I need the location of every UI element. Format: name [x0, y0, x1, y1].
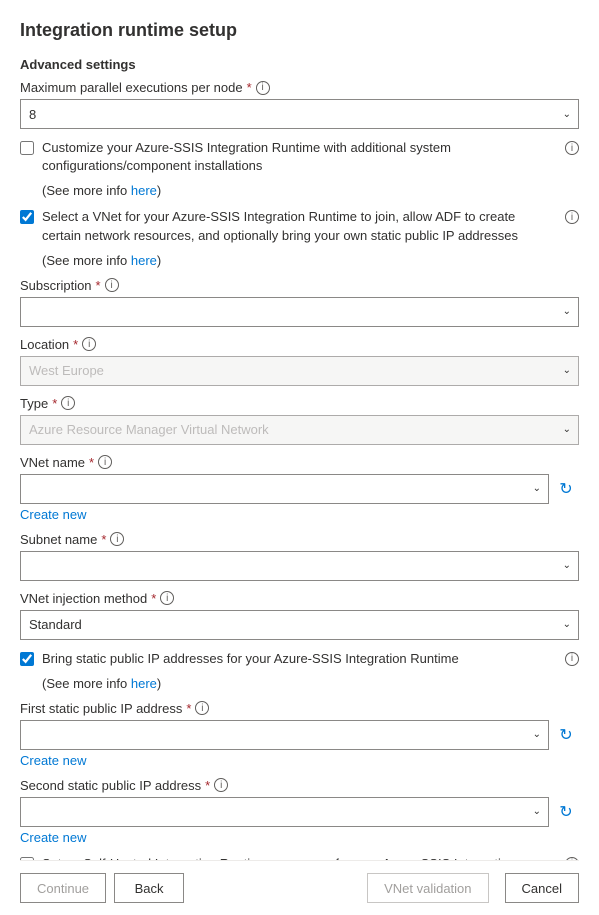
vnet-checkbox[interactable]	[20, 210, 34, 224]
vnet-validation-button: VNet validation	[367, 873, 488, 903]
location-required-star: *	[73, 337, 78, 352]
first-static-ip-refresh-button[interactable]: ↻	[553, 720, 579, 750]
continue-button[interactable]: Continue	[20, 873, 106, 903]
back-button[interactable]: Back	[114, 873, 184, 903]
first-static-ip-select-with-refresh: ⌄ ↻	[20, 720, 579, 750]
vnet-injection-field: VNet injection method * i Standard Expre…	[20, 591, 579, 640]
static-ip-here-link[interactable]: here	[131, 676, 157, 691]
first-static-ip-select[interactable]	[20, 720, 549, 750]
required-star: *	[247, 80, 252, 95]
location-info-icon[interactable]: i	[82, 337, 96, 351]
vnet-name-select-with-refresh: ⌄ ↻	[20, 474, 579, 504]
vnet-name-info-icon[interactable]: i	[98, 455, 112, 469]
type-field: Type * i Azure Resource Manager Virtual …	[20, 396, 579, 445]
type-label: Type * i	[20, 396, 579, 411]
page-title: Integration runtime setup	[20, 20, 579, 41]
subnet-name-required-star: *	[101, 532, 106, 547]
vnet-name-create-new-link[interactable]: Create new	[20, 507, 86, 522]
customize-info-icon[interactable]: i	[565, 141, 579, 155]
first-static-ip-required-star: *	[186, 701, 191, 716]
static-ip-see-more: (See more info here)	[42, 676, 579, 691]
max-parallel-label: Maximum parallel executions per node * i	[20, 80, 579, 95]
subscription-field: Subscription * i ⌄	[20, 278, 579, 327]
max-parallel-select[interactable]: 8 1 2 4 16	[20, 99, 579, 129]
subnet-name-info-icon[interactable]: i	[110, 532, 124, 546]
vnet-name-field: VNet name * i ⌄ ↻ Create new	[20, 455, 579, 522]
vnet-label: Select a VNet for your Azure-SSIS Integr…	[42, 208, 557, 244]
type-info-icon[interactable]: i	[61, 396, 75, 410]
cancel-button[interactable]: Cancel	[505, 873, 579, 903]
section-title: Advanced settings	[20, 57, 579, 72]
second-static-ip-info-icon[interactable]: i	[214, 778, 228, 792]
vnet-injection-label: VNet injection method * i	[20, 591, 579, 606]
customize-see-more: (See more info here)	[42, 183, 579, 198]
vnet-name-select[interactable]	[20, 474, 549, 504]
location-label: Location * i	[20, 337, 579, 352]
location-select-wrapper: West Europe ⌄	[20, 356, 579, 386]
second-static-ip-select[interactable]	[20, 797, 549, 827]
customize-checkbox[interactable]	[20, 141, 34, 155]
vnet-name-label: VNet name * i	[20, 455, 579, 470]
vnet-info-icon[interactable]: i	[565, 210, 579, 224]
subscription-select[interactable]	[20, 297, 579, 327]
static-ip-checkbox-row: Bring static public IP addresses for you…	[20, 650, 579, 668]
footer: Continue Back VNet validation Cancel	[20, 860, 579, 915]
second-static-ip-label: Second static public IP address * i	[20, 778, 579, 793]
static-ip-checkbox[interactable]	[20, 652, 34, 666]
type-select-wrapper: Azure Resource Manager Virtual Network ⌄	[20, 415, 579, 445]
second-static-ip-select-with-refresh: ⌄ ↻	[20, 797, 579, 827]
vnet-name-select-wrapper: ⌄	[20, 474, 549, 504]
first-static-ip-info-icon[interactable]: i	[195, 701, 209, 715]
second-static-ip-required-star: *	[205, 778, 210, 793]
location-field: Location * i West Europe ⌄	[20, 337, 579, 386]
first-static-ip-label: First static public IP address * i	[20, 701, 579, 716]
vnet-name-required-star: *	[89, 455, 94, 470]
customize-checkbox-row: Customize your Azure-SSIS Integration Ru…	[20, 139, 579, 175]
subscription-info-icon[interactable]: i	[105, 278, 119, 292]
vnet-injection-info-icon[interactable]: i	[160, 591, 174, 605]
customize-label: Customize your Azure-SSIS Integration Ru…	[42, 139, 557, 175]
type-select: Azure Resource Manager Virtual Network	[20, 415, 579, 445]
second-static-ip-select-wrapper: ⌄	[20, 797, 549, 827]
subnet-name-select-wrapper: ⌄	[20, 551, 579, 581]
max-parallel-select-wrapper: 8 1 2 4 16 ⌄	[20, 99, 579, 129]
subscription-label: Subscription * i	[20, 278, 579, 293]
static-ip-info-icon[interactable]: i	[565, 652, 579, 666]
subnet-name-field: Subnet name * i ⌄	[20, 532, 579, 581]
advanced-settings-section: Advanced settings Maximum parallel execu…	[20, 57, 579, 860]
second-static-ip-create-new-link[interactable]: Create new	[20, 830, 86, 845]
second-static-ip-refresh-button[interactable]: ↻	[553, 797, 579, 827]
vnet-injection-select[interactable]: Standard Express	[20, 610, 579, 640]
type-required-star: *	[52, 396, 57, 411]
vnet-here-link[interactable]: here	[131, 253, 157, 268]
subscription-select-wrapper: ⌄	[20, 297, 579, 327]
vnet-checkbox-row: Select a VNet for your Azure-SSIS Integr…	[20, 208, 579, 244]
first-static-ip-select-wrapper: ⌄	[20, 720, 549, 750]
subnet-name-label: Subnet name * i	[20, 532, 579, 547]
location-select: West Europe	[20, 356, 579, 386]
subscription-required-star: *	[96, 278, 101, 293]
vnet-see-more: (See more info here)	[42, 253, 579, 268]
customize-here-link[interactable]: here	[131, 183, 157, 198]
max-parallel-info-icon[interactable]: i	[256, 81, 270, 95]
first-static-ip-create-new-link[interactable]: Create new	[20, 753, 86, 768]
vnet-name-refresh-button[interactable]: ↻	[553, 474, 579, 504]
subnet-name-select[interactable]	[20, 551, 579, 581]
first-static-ip-field: First static public IP address * i ⌄ ↻ C…	[20, 701, 579, 768]
vnet-injection-required-star: *	[151, 591, 156, 606]
vnet-injection-select-wrapper: Standard Express ⌄	[20, 610, 579, 640]
second-static-ip-field: Second static public IP address * i ⌄ ↻ …	[20, 778, 579, 845]
static-ip-label: Bring static public IP addresses for you…	[42, 650, 557, 668]
max-parallel-field: Maximum parallel executions per node * i…	[20, 80, 579, 129]
